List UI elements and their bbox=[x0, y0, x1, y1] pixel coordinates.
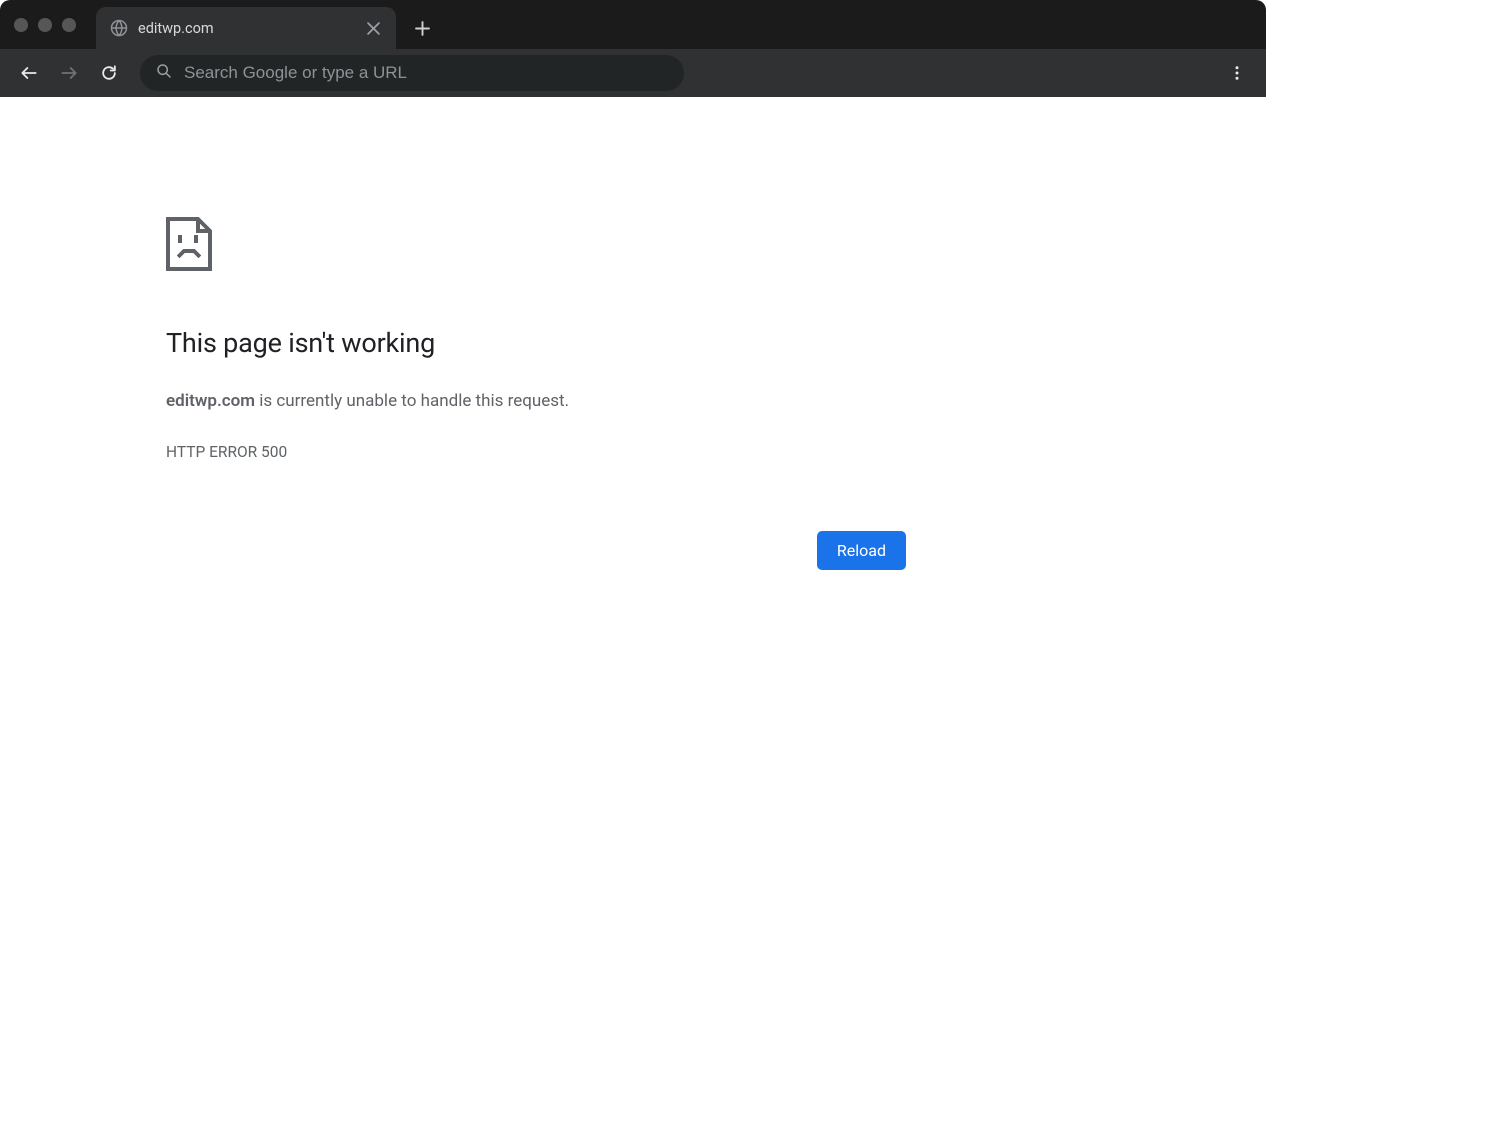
sad-page-icon bbox=[166, 217, 906, 275]
error-code: HTTP ERROR 500 bbox=[166, 443, 906, 461]
toolbar bbox=[0, 49, 1266, 97]
error-title: This page isn't working bbox=[166, 327, 906, 359]
back-button[interactable] bbox=[12, 56, 46, 90]
arrow-right-icon bbox=[59, 63, 79, 83]
close-tab-button[interactable] bbox=[364, 19, 382, 37]
tab-title: editwp.com bbox=[138, 20, 354, 37]
close-window-button[interactable] bbox=[14, 18, 28, 32]
reload-row: Reload bbox=[166, 531, 906, 570]
error-domain: editwp.com bbox=[166, 391, 255, 411]
plus-icon bbox=[415, 21, 430, 36]
window-controls bbox=[14, 18, 76, 32]
reload-button[interactable]: Reload bbox=[817, 531, 906, 570]
maximize-window-button[interactable] bbox=[62, 18, 76, 32]
tab-strip: editwp.com bbox=[96, 0, 440, 49]
browser-window: editwp.com bbox=[0, 0, 1266, 952]
forward-button[interactable] bbox=[52, 56, 86, 90]
error-message: editwp.com is currently unable to handle… bbox=[166, 389, 906, 415]
page-content: This page isn't working editwp.com is cu… bbox=[0, 97, 1266, 952]
browser-menu-button[interactable] bbox=[1220, 56, 1254, 90]
globe-icon bbox=[110, 19, 128, 37]
browser-tab[interactable]: editwp.com bbox=[96, 7, 396, 49]
new-tab-button[interactable] bbox=[404, 10, 440, 46]
minimize-window-button[interactable] bbox=[38, 18, 52, 32]
more-vertical-icon bbox=[1228, 64, 1246, 82]
reload-nav-button[interactable] bbox=[92, 56, 126, 90]
close-icon bbox=[367, 22, 380, 35]
search-icon bbox=[156, 63, 172, 83]
error-message-text: is currently unable to handle this reque… bbox=[255, 391, 569, 411]
title-bar: editwp.com bbox=[0, 0, 1266, 49]
error-container: This page isn't working editwp.com is cu… bbox=[166, 217, 906, 952]
address-bar[interactable] bbox=[140, 55, 684, 91]
reload-icon bbox=[99, 63, 119, 83]
omnibox-input[interactable] bbox=[184, 63, 668, 83]
arrow-left-icon bbox=[19, 63, 39, 83]
